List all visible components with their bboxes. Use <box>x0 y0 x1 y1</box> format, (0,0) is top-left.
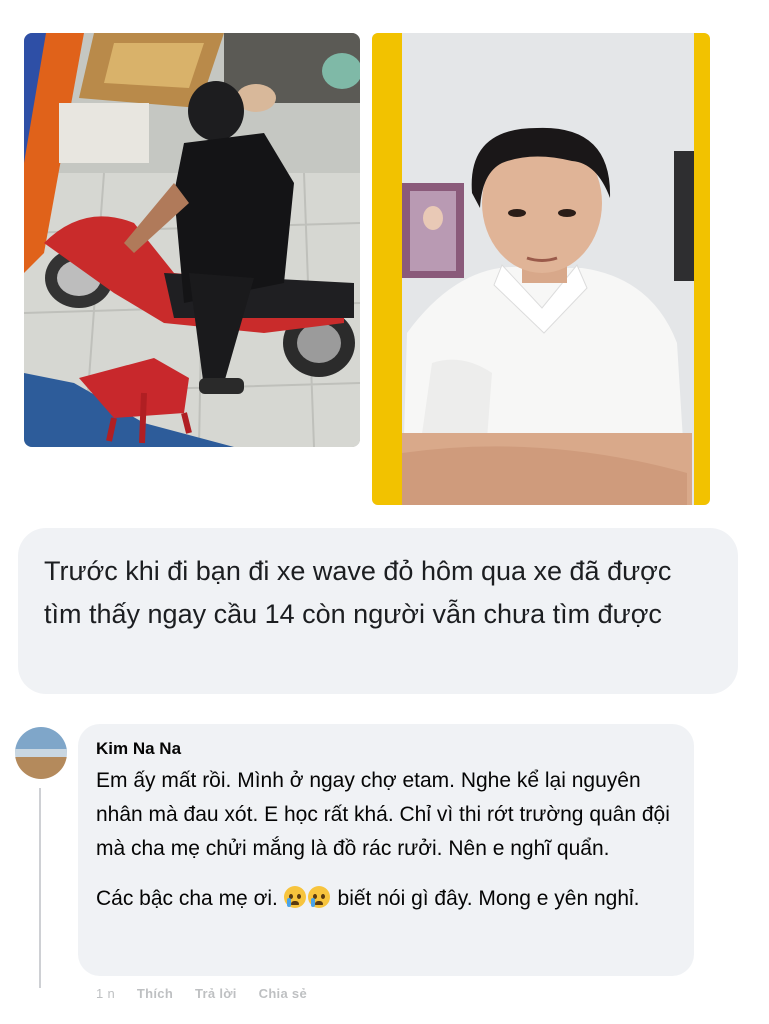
reply-button[interactable]: Trả lời <box>195 986 237 1001</box>
comment-actions: 1 n Thích Trả lời Chia sẻ <box>96 986 325 1001</box>
comment-time: 1 n <box>96 986 115 1001</box>
share-button[interactable]: Chia sẻ <box>259 986 307 1001</box>
crying-face-icon <box>283 886 306 908</box>
cctv-photo[interactable] <box>24 33 360 447</box>
comment-text-2: Các bậc cha mẹ ơi. biết nói gì đây. Mong… <box>96 882 676 916</box>
crying-face-icon <box>307 886 330 908</box>
commenter-avatar[interactable] <box>15 727 67 779</box>
comment-author[interactable]: Kim Na Na <box>96 738 676 760</box>
thread-line <box>39 788 41 988</box>
portrait-photo[interactable] <box>372 33 710 505</box>
comment-text-2-start: Các bậc cha mẹ ơi. <box>96 887 278 910</box>
comment-bubble: Kim Na Na Em ấy mất rồi. Mình ở ngay chợ… <box>78 724 694 976</box>
post-caption: Trước khi đi bạn đi xe wave đỏ hôm qua x… <box>18 528 738 694</box>
comment-text-2-end: biết nói gì đây. Mong e yên nghỉ. <box>337 887 640 910</box>
like-button[interactable]: Thích <box>137 986 173 1001</box>
comment-text-1: Em ấy mất rồi. Mình ở ngay chợ etam. Ngh… <box>96 769 670 860</box>
